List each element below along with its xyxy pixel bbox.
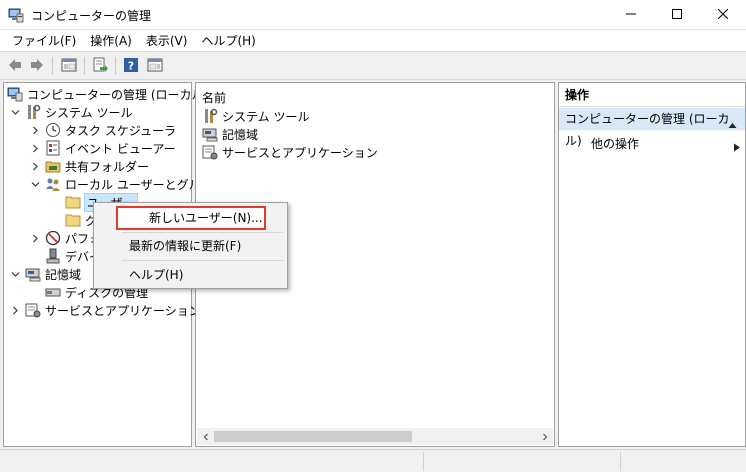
folder-icon: [65, 194, 81, 210]
actions-group-computer-management[interactable]: コンピューターの管理 (ローカル): [559, 108, 745, 148]
tree-item-label: サービスとアプリケーション: [45, 303, 201, 318]
tree-item-label: イベント ビューアー: [65, 141, 176, 156]
context-menu-refresh[interactable]: 最新の情報に更新(F): [96, 234, 285, 258]
title-bar: コンピューターの管理: [0, 0, 746, 30]
export-list-button[interactable]: [90, 56, 110, 76]
actions-pane: 操作 コンピューターの管理 (ローカル) 他の操作: [558, 82, 746, 447]
shared-folder-icon: [45, 158, 61, 174]
services-apps-icon: [202, 144, 218, 160]
storage-icon: [202, 126, 218, 142]
tree-item-event-viewer[interactable]: イベント ビューアー: [29, 139, 176, 157]
chevron-down-icon[interactable]: [9, 268, 21, 280]
show-hide-console-tree-button[interactable]: [59, 56, 79, 76]
toolbar-separator: [115, 57, 116, 75]
menu-help[interactable]: ヘルプ(H): [194, 30, 262, 52]
tree-item-label: コンピューターの管理 (ローカル): [27, 87, 209, 102]
context-menu-separator: [122, 260, 283, 261]
minimize-icon: [626, 8, 636, 22]
toolbar-separator: [84, 57, 85, 75]
submenu-arrow-icon: [733, 139, 741, 152]
users-group-icon: [45, 176, 61, 192]
status-separator: [423, 452, 424, 471]
computer-management-icon: [7, 86, 23, 102]
menu-action[interactable]: 操作(A): [83, 30, 139, 52]
tree-item-storage[interactable]: 記憶域: [9, 265, 81, 283]
context-menu-new-user[interactable]: 新しいユーザー(N)...: [116, 206, 266, 230]
menu-view[interactable]: 表示(V): [139, 30, 195, 52]
maximize-button[interactable]: [654, 0, 700, 30]
services-apps-icon: [25, 302, 41, 318]
tree-item-label: 記憶域: [45, 267, 82, 282]
toolbar-separator: [52, 57, 53, 75]
show-hide-action-pane-button[interactable]: [145, 56, 165, 76]
tree-item-system-tools[interactable]: システム ツール: [9, 103, 132, 121]
more-actions-item[interactable]: 他の操作: [591, 135, 741, 153]
forward-button[interactable]: [27, 56, 47, 76]
status-separator: [620, 452, 621, 471]
disk-icon: [45, 284, 61, 300]
tree-item-label: 共有フォルダー: [65, 159, 150, 174]
tree-item-performance[interactable]: パフォ: [29, 229, 101, 247]
chevron-right-icon[interactable]: [9, 304, 21, 316]
tree-item-task-scheduler[interactable]: タスク スケジューラ: [29, 121, 176, 139]
folder-icon: [65, 212, 81, 228]
computer-management-icon: [8, 7, 24, 23]
list-item-label: サービスとアプリケーション: [222, 145, 378, 160]
list-item-label: システム ツール: [222, 109, 310, 124]
back-arrow-icon: [7, 57, 23, 76]
context-menu: 新しいユーザー(N)... 最新の情報に更新(F) ヘルプ(H): [93, 202, 288, 289]
tree-item-computer-management[interactable]: コンピューターの管理 (ローカル): [7, 85, 208, 103]
forward-arrow-icon: [29, 57, 45, 76]
more-actions-label: 他の操作: [591, 137, 640, 151]
toolbar: ?: [0, 52, 746, 80]
back-button[interactable]: [5, 56, 25, 76]
chevron-right-icon[interactable]: [29, 142, 41, 154]
system-tools-icon: [25, 104, 41, 120]
maximize-icon: [672, 8, 682, 22]
tree-item-label: システム ツール: [45, 105, 133, 120]
collapse-up-icon[interactable]: [728, 115, 737, 128]
chevron-right-icon[interactable]: [29, 160, 41, 172]
actions-header: 操作: [559, 83, 745, 107]
show-hide-console-tree-icon: [61, 57, 77, 76]
chevron-left-icon: [202, 430, 210, 444]
help-icon: ?: [123, 57, 139, 76]
close-icon: [717, 8, 729, 22]
chevron-right-icon[interactable]: [29, 124, 41, 136]
context-menu-separator: [122, 232, 283, 233]
event-viewer-icon: [45, 140, 61, 156]
scroll-right-button[interactable]: [536, 428, 553, 445]
chevron-down-icon[interactable]: [9, 106, 21, 118]
list-item[interactable]: サービスとアプリケーション: [202, 143, 378, 161]
export-list-icon: [92, 57, 108, 76]
list-item-label: 記憶域: [222, 127, 259, 142]
menu-file[interactable]: ファイル(F): [5, 30, 83, 52]
scroll-thumb[interactable]: [214, 431, 412, 442]
chevron-down-icon[interactable]: [29, 178, 41, 190]
window-title: コンピューターの管理: [31, 9, 152, 23]
chevron-right-icon: [541, 430, 549, 444]
clock-icon: [45, 122, 61, 138]
close-button[interactable]: [700, 0, 746, 30]
system-tools-icon: [202, 108, 218, 124]
context-menu-help[interactable]: ヘルプ(H): [96, 263, 285, 287]
menu-bar: ファイル(F) 操作(A) 表示(V) ヘルプ(H): [0, 30, 746, 52]
tree-item-label: タスク スケジューラ: [65, 123, 176, 138]
help-button[interactable]: ?: [121, 56, 141, 76]
chevron-right-icon[interactable]: [29, 232, 41, 244]
list-item[interactable]: システム ツール: [202, 107, 309, 125]
minimize-button[interactable]: [608, 0, 654, 30]
list-item[interactable]: 記憶域: [202, 125, 258, 143]
tree-item-shared-folders[interactable]: 共有フォルダー: [29, 157, 149, 175]
column-header-name[interactable]: 名前: [202, 89, 226, 106]
device-manager-icon: [45, 248, 61, 264]
scroll-left-button[interactable]: [197, 428, 214, 445]
svg-text:?: ?: [128, 59, 134, 72]
status-bar: [0, 449, 746, 472]
storage-icon: [25, 266, 41, 282]
performance-icon: [45, 230, 61, 246]
show-hide-action-pane-icon: [147, 57, 163, 76]
horizontal-scrollbar[interactable]: [197, 428, 553, 445]
tree-item-services-apps[interactable]: サービスとアプリケーション: [9, 301, 201, 319]
